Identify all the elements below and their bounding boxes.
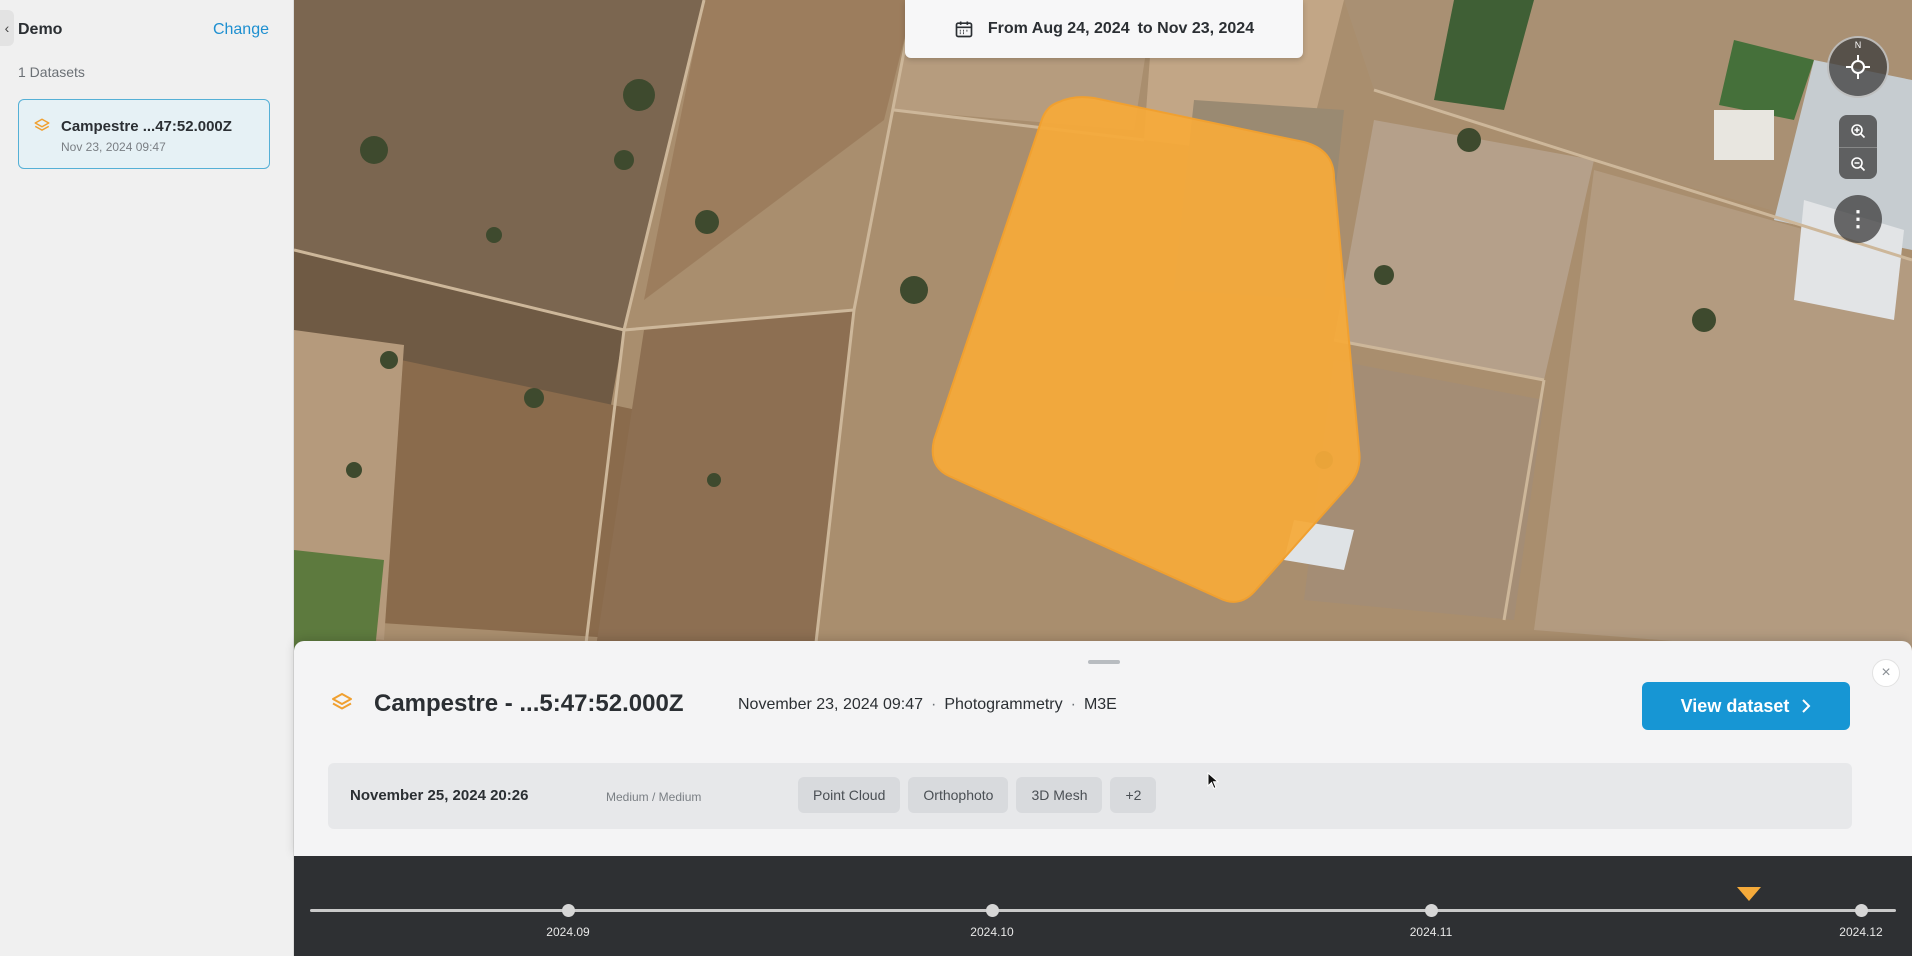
zoom-in-icon <box>1851 124 1866 139</box>
crosshair-icon <box>1846 55 1870 79</box>
timeline-label: 2024.11 <box>1409 925 1453 939</box>
zoom-out-icon <box>1851 156 1866 171</box>
output-chips: Point Cloud Orthophoto 3D Mesh +2 <box>798 777 1157 813</box>
dataset-title: Campestre ...47:52.000Z <box>61 118 232 135</box>
calendar-icon <box>955 21 973 38</box>
dataset-card[interactable]: Campestre ...47:52.000Z Nov 23, 2024 09:… <box>18 99 270 169</box>
dataset-title: Campestre - ...5:47:52.000Z <box>374 690 684 717</box>
date-range-filter[interactable]: From Aug 24, 2024 to Nov 23, 2024 <box>905 0 1303 58</box>
zoom-in-button[interactable] <box>1839 115 1877 147</box>
output-chip-3d-mesh[interactable]: 3D Mesh <box>1016 777 1103 813</box>
more-options-button[interactable]: ⋮ <box>1834 195 1882 243</box>
timeline-label: 2024.10 <box>970 925 1014 939</box>
processing-job-row[interactable]: November 25, 2024 20:26 Medium / Medium … <box>328 763 1852 829</box>
job-date: November 25, 2024 20:26 <box>350 787 529 804</box>
output-chip-point-cloud[interactable]: Point Cloud <box>798 777 901 813</box>
layers-icon <box>34 118 50 131</box>
timeline-label: 2024.12 <box>1839 925 1883 939</box>
app-root: ‹ Demo Change 1 Datasets Campestre ...47… <box>0 0 1912 956</box>
close-icon: × <box>1881 664 1891 681</box>
dataset-meta: November 23, 2024 09:47 · Photogrammetry… <box>738 696 1117 714</box>
job-quality: Medium / Medium <box>606 790 702 804</box>
timeline[interactable]: 2024.09 2024.10 2024.11 2024.12 <box>294 856 1912 956</box>
dataset-type: Photogrammetry <box>944 696 1063 713</box>
capture-date: November 23, 2024 09:47 <box>738 696 924 713</box>
output-chip-more[interactable]: +2 <box>1110 777 1157 813</box>
sensor-model: M3E <box>1083 696 1117 713</box>
view-dataset-button[interactable]: View dataset <box>1642 682 1850 730</box>
timeline-tick[interactable] <box>986 904 999 917</box>
timeline-tick[interactable] <box>1855 904 1868 917</box>
dataset-marker-icon[interactable] <box>1736 886 1762 902</box>
compass-button[interactable]: N <box>1827 36 1889 98</box>
chevron-right-icon <box>1802 699 1811 713</box>
timeline-tick[interactable] <box>562 904 575 917</box>
collapse-sidebar-button[interactable]: ‹ <box>0 10 14 46</box>
date-from: From Aug 24, 2024 <box>987 20 1130 37</box>
zoom-controls <box>1839 115 1877 179</box>
drag-handle[interactable] <box>1088 660 1120 664</box>
change-project-link[interactable]: Change <box>213 21 269 39</box>
close-panel-button[interactable]: × <box>1872 659 1900 687</box>
output-chip-orthophoto[interactable]: Orthophoto <box>908 777 1009 813</box>
timeline-tick[interactable] <box>1425 904 1438 917</box>
dataset-date: Nov 23, 2024 09:47 <box>61 140 166 154</box>
view-dataset-label: View dataset <box>1680 695 1790 716</box>
chevron-left-icon: ‹ <box>4 20 10 36</box>
mouse-cursor-icon <box>1207 772 1219 790</box>
layers-icon <box>332 693 352 710</box>
dataset-detail-panel: × Campestre - ...5:47:52.000Z November 2… <box>294 641 1912 856</box>
zoom-out-button[interactable] <box>1839 147 1877 179</box>
datasets-count: 1 Datasets <box>18 64 85 80</box>
date-to: to Nov 23, 2024 <box>1137 20 1255 37</box>
sidebar: ‹ Demo Change 1 Datasets Campestre ...47… <box>0 0 294 956</box>
separator: · <box>1070 696 1076 713</box>
project-name: Demo <box>18 21 63 38</box>
separator: · <box>931 696 937 713</box>
more-vertical-icon: ⋮ <box>1847 206 1869 231</box>
timeline-track <box>310 909 1896 912</box>
timeline-label: 2024.09 <box>546 925 590 939</box>
